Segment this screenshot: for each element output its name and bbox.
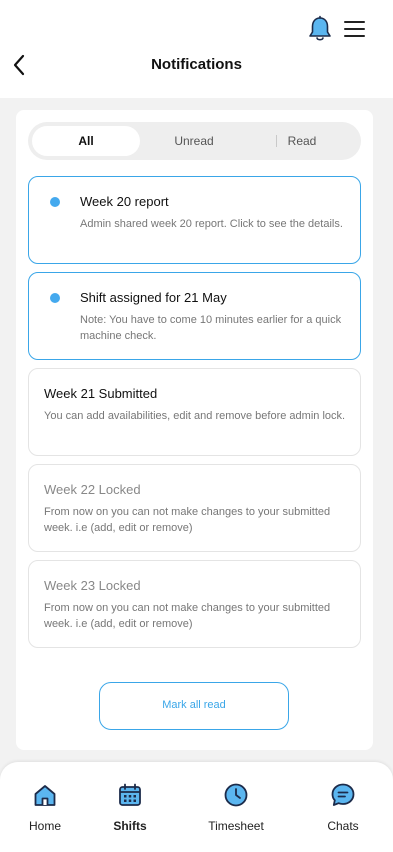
notification-title: Shift assigned for 21 May: [80, 290, 227, 305]
notification-item[interactable]: Week 20 report Admin shared week 20 repo…: [28, 176, 361, 264]
nav-item-chats[interactable]: Chats: [303, 782, 383, 833]
bottom-nav: Home Shifts Timesheet Chats: [0, 762, 393, 852]
calendar-icon: [119, 783, 141, 806]
notification-body: Note: You have to come 10 minutes earlie…: [80, 314, 342, 342]
notification-body: You can add availabilities, edit and rem…: [44, 410, 346, 422]
notification-title: Week 23 Locked: [44, 578, 141, 593]
nav-item-home[interactable]: Home: [5, 782, 85, 833]
notification-body: Admin shared week 20 report. Click to se…: [80, 218, 343, 230]
nav-label: Timesheet: [208, 819, 264, 833]
notification-title: Week 20 report: [80, 194, 169, 209]
notification-body: From now on you can not make changes to …: [44, 602, 331, 630]
notification-item[interactable]: Week 21 Submitted You can add availabili…: [28, 368, 361, 456]
filter-tabs: All Unread Read: [28, 122, 361, 160]
bell-icon[interactable]: [307, 15, 333, 43]
hamburger-menu-icon[interactable]: [344, 19, 366, 39]
unread-dot: [50, 293, 60, 303]
page-title: Notifications: [151, 56, 242, 73]
notification-title: Week 22 Locked: [44, 482, 141, 497]
notification-body: From now on you can not make changes to …: [44, 506, 331, 534]
notification-item[interactable]: Shift assigned for 21 May Note: You have…: [28, 272, 361, 360]
notification-item[interactable]: Week 23 Locked From now on you can not m…: [28, 560, 361, 648]
tab-unread[interactable]: Unread: [140, 126, 248, 156]
unread-dot: [50, 197, 60, 207]
chat-bubble-icon: [331, 783, 355, 806]
tab-read[interactable]: Read: [248, 126, 356, 156]
mark-all-read-button[interactable]: Mark all read: [99, 682, 289, 730]
tab-all[interactable]: All: [32, 126, 140, 156]
nav-label: Home: [28, 819, 61, 833]
home-icon: [34, 785, 56, 806]
nav-item-shifts[interactable]: Shifts: [90, 782, 170, 833]
notification-title: Week 21 Submitted: [44, 386, 158, 401]
notification-item[interactable]: Week 22 Locked From now on you can not m…: [28, 464, 361, 552]
nav-label: Chats: [327, 819, 359, 833]
clock-icon: [224, 783, 248, 807]
nav-label: Shifts: [113, 819, 147, 833]
top-bar: Notifications: [0, 0, 393, 98]
nav-item-timesheet[interactable]: Timesheet: [196, 782, 276, 833]
